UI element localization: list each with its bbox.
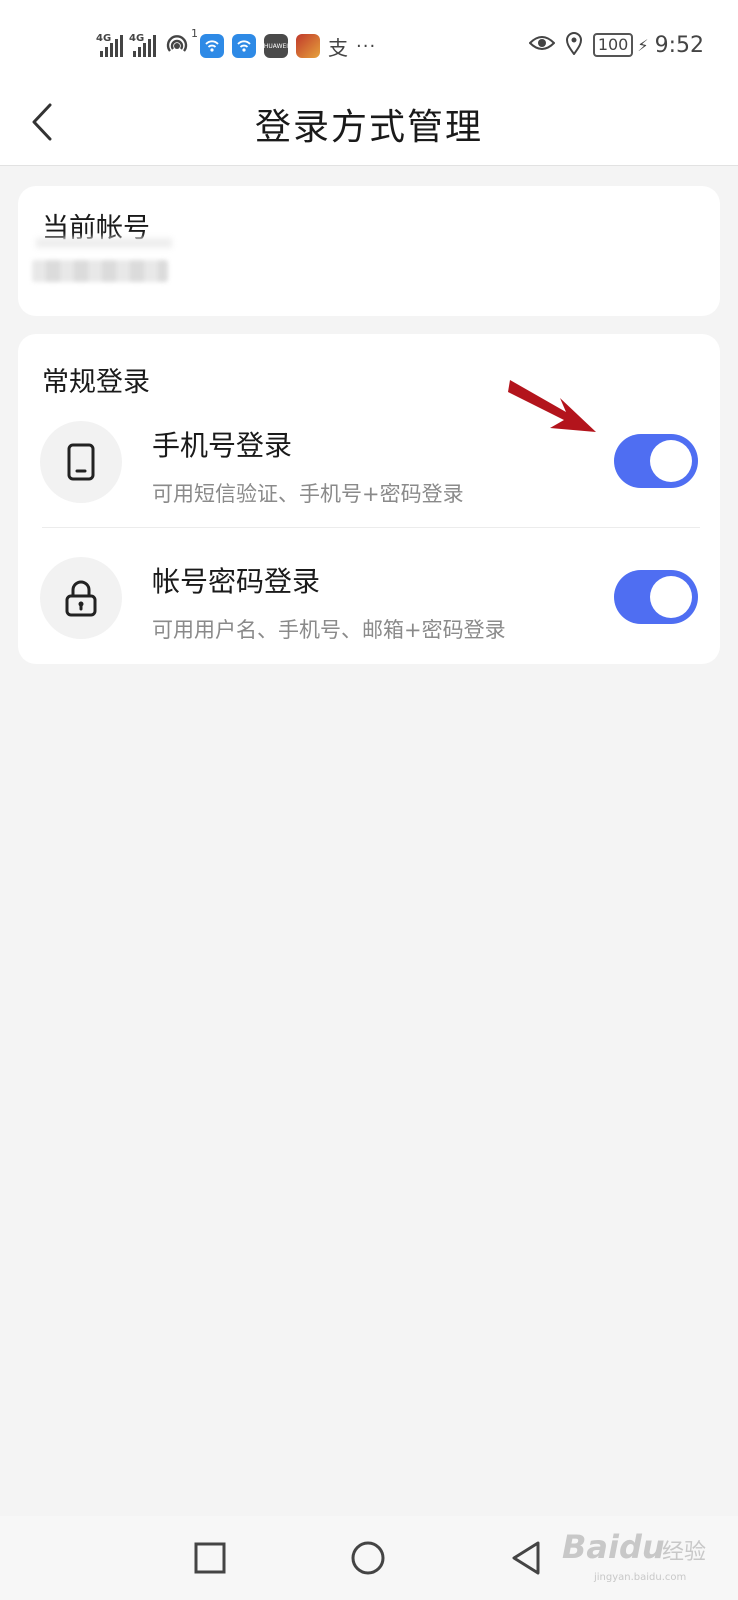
nav-back-button[interactable] bbox=[504, 1536, 548, 1580]
account-value-redacted bbox=[32, 260, 168, 282]
watermark-brand: Baidu bbox=[562, 1528, 665, 1566]
login-method-title: 手机号登录 bbox=[152, 429, 293, 462]
triangle-back-icon bbox=[512, 1541, 540, 1575]
battery-icon: 100 bbox=[592, 33, 634, 57]
watermark-url: jingyan.baidu.com bbox=[594, 1572, 687, 1583]
eye-icon bbox=[528, 34, 556, 56]
lock-icon bbox=[65, 580, 97, 617]
toggle-knob bbox=[650, 576, 692, 618]
location-icon bbox=[565, 31, 583, 59]
network-type-label: 4G bbox=[96, 33, 112, 44]
phone-login-toggle[interactable] bbox=[614, 434, 698, 488]
password-login-toggle[interactable] bbox=[614, 570, 698, 624]
lock-icon-circle bbox=[40, 557, 122, 639]
status-bar: 4G 4G 1 HUAWEI 支 ··· 100 ⚡ 9:52 bbox=[0, 0, 738, 92]
alipay-icon: 支 bbox=[328, 35, 348, 60]
game-app-icon bbox=[296, 34, 320, 58]
hotspot-icon: 1 bbox=[164, 27, 198, 61]
recent-apps-button[interactable] bbox=[188, 1536, 232, 1580]
huawei-appgallery-icon: HUAWEI bbox=[264, 34, 288, 58]
signal-icon: 4G bbox=[96, 33, 123, 57]
clock-time: 9:52 bbox=[654, 32, 704, 58]
signal-icon-2: 4G bbox=[129, 33, 156, 57]
watermark-jingyan: 经验 bbox=[662, 1540, 707, 1565]
status-right: 100 ⚡ 9:52 bbox=[528, 30, 704, 60]
charging-icon: ⚡ bbox=[637, 35, 649, 55]
account-blur-top bbox=[36, 238, 172, 248]
toggle-knob bbox=[650, 440, 692, 482]
login-method-phone: 手机号登录 可用短信验证、手机号+密码登录 bbox=[18, 394, 720, 530]
square-icon bbox=[194, 1542, 226, 1574]
login-method-password: 帐号密码登录 可用用户名、手机号、邮箱+密码登录 bbox=[18, 530, 720, 666]
circle-icon bbox=[351, 1541, 385, 1575]
hotspot-count: 1 bbox=[191, 27, 198, 40]
current-account-card: 当前帐号 bbox=[18, 186, 720, 316]
more-notifications-icon: ··· bbox=[356, 35, 377, 57]
baidu-watermark: Baidu 经验 jingyan.baidu.com bbox=[562, 1522, 722, 1588]
login-method-title: 帐号密码登录 bbox=[152, 565, 321, 598]
home-button[interactable] bbox=[346, 1536, 390, 1580]
login-method-desc: 可用用户名、手机号、邮箱+密码登录 bbox=[152, 618, 506, 642]
row-divider bbox=[42, 527, 700, 528]
phone-icon-circle bbox=[40, 421, 122, 503]
phone-icon bbox=[67, 443, 95, 481]
login-methods-card: 常规登录 手机号登录 可用短信验证、手机号+密码登录 帐号密码登录 可用用户名、… bbox=[18, 334, 720, 664]
login-method-desc: 可用短信验证、手机号+密码登录 bbox=[152, 482, 464, 506]
page-title: 登录方式管理 bbox=[254, 107, 483, 148]
network-type-label-2: 4G bbox=[129, 33, 145, 44]
wifi-app-icon bbox=[200, 34, 224, 58]
wifi-app-icon-2 bbox=[232, 34, 256, 58]
status-left: 4G 4G 1 HUAWEI 支 ··· bbox=[96, 27, 377, 61]
top-app-bar: 登录方式管理 bbox=[0, 92, 738, 166]
annotation-arrow-icon bbox=[508, 380, 596, 432]
